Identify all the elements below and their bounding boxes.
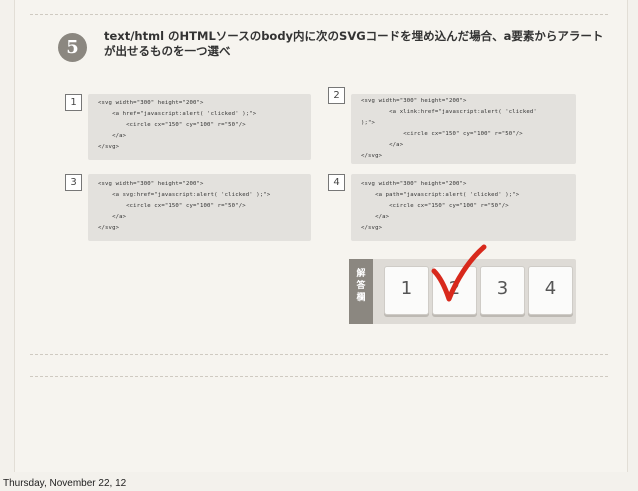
code-line: </a> <box>361 142 404 148</box>
code-block-3: <svg width="300" height="200"> <a svg:hr… <box>88 174 311 241</box>
checkmark-icon <box>431 244 487 302</box>
code-line: <circle cx="150" cy="100" r="50"/> <box>361 131 523 137</box>
code-line: <circle cx="150" cy="100" r="50"/> <box>98 122 246 128</box>
answer-key-4[interactable]: 4 <box>528 266 573 315</box>
code-line: <circle cx="150" cy="100" r="50"/> <box>98 203 246 209</box>
code-line: <a path="javascript:alert( 'clicked' );"… <box>361 192 520 198</box>
choice-number-4: 4 <box>328 174 345 191</box>
code-line: );"> <box>361 120 376 126</box>
answer-key-1[interactable]: 1 <box>384 266 429 315</box>
choice-number-1: 1 <box>65 94 82 111</box>
answer-label-char: 解 <box>356 269 366 279</box>
code-line: </svg> <box>361 225 383 231</box>
choice-number-3: 3 <box>65 174 82 191</box>
answer-label-char: 答 <box>356 281 366 291</box>
code-line: </a> <box>98 133 127 139</box>
code-line: <circle cx="150" cy="100" r="50"/> <box>361 203 509 209</box>
code-line: <a svg:href="javascript:alert( 'clicked'… <box>98 192 271 198</box>
code-line: <a href="javascript:alert( 'clicked' );"… <box>98 111 257 117</box>
code-line: </a> <box>98 214 127 220</box>
code-line: </svg> <box>98 144 120 150</box>
code-line: </svg> <box>98 225 120 231</box>
divider <box>30 14 608 15</box>
answer-label-char: 欄 <box>356 293 366 303</box>
code-block-2: <svg width="300" height="200"> <a xlink:… <box>351 94 576 164</box>
divider <box>30 376 608 377</box>
code-line: </a> <box>361 214 390 220</box>
answer-label: 解 答 欄 <box>349 259 373 324</box>
divider <box>30 354 608 355</box>
code-block-1: <svg width="300" height="200"> <a href="… <box>88 94 311 160</box>
code-block-4: <svg width="300" height="200"> <a path="… <box>351 174 576 241</box>
code-line: <svg width="300" height="200"> <box>361 98 467 104</box>
choice-number-2: 2 <box>328 87 345 104</box>
code-line: <svg width="300" height="200"> <box>98 181 204 187</box>
code-line: <svg width="300" height="200"> <box>361 181 467 187</box>
question-number: 5 <box>58 33 87 62</box>
question-text: text/html のHTMLソースのbody内に次のSVGコードを埋め込んだ場… <box>104 29 604 58</box>
code-line: <a xlink:href="javascript:alert( 'clicke… <box>361 109 537 115</box>
footer-date: Thursday, November 22, 12 <box>3 478 127 489</box>
code-line: <svg width="300" height="200"> <box>98 100 204 106</box>
code-line: </svg> <box>361 153 383 159</box>
